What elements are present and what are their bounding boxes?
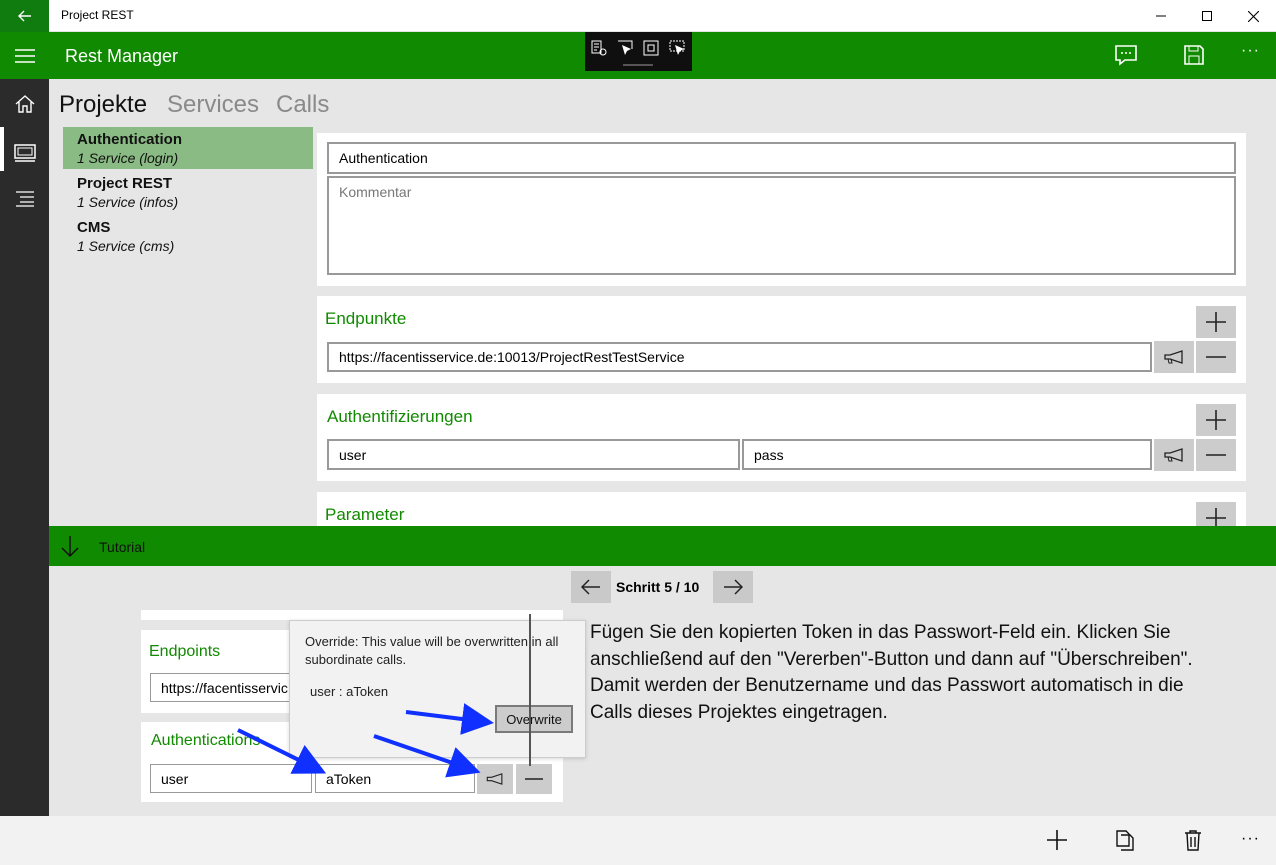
- tutorial-content: Schritt 5 / 10 Endpoints https://facenti…: [49, 566, 1276, 816]
- maximize-icon: [1202, 11, 1212, 21]
- hamburger-icon: [14, 48, 35, 63]
- minus-icon: [1206, 356, 1226, 358]
- live-tree-icon[interactable]: [590, 39, 608, 57]
- plus-icon: [1206, 508, 1226, 526]
- tutorial-screenshot: Endpoints https://facentisservic Authent…: [141, 610, 586, 816]
- megaphone-icon: [1164, 350, 1183, 364]
- debug-toolbar: [585, 32, 692, 71]
- display-layout-icon[interactable]: [642, 39, 660, 57]
- project-name: Authentication: [77, 131, 182, 148]
- endpoint-url-field[interactable]: https://facentisservice.de:10013/Project…: [327, 342, 1152, 372]
- project-sub: 1 Service (infos): [77, 194, 179, 210]
- remove-endpoint-button[interactable]: [1196, 341, 1236, 373]
- parameter-title: Parameter: [325, 505, 405, 524]
- auth-pass-field[interactable]: pass: [742, 439, 1152, 470]
- parameter-panel: Parameter: [317, 492, 1246, 526]
- maximize-button[interactable]: [1184, 0, 1230, 32]
- home-icon[interactable]: [13, 92, 37, 116]
- project-sub: 1 Service (cms): [77, 238, 175, 254]
- hamburger-button[interactable]: [0, 32, 49, 79]
- feedback-icon[interactable]: [1113, 42, 1139, 68]
- track-focus-icon[interactable]: [668, 39, 686, 57]
- tab-calls[interactable]: Calls: [276, 91, 329, 119]
- tutorial-label: Tutorial: [99, 539, 146, 555]
- left-navigation: [0, 79, 49, 865]
- tab-projekte[interactable]: Projekte: [59, 91, 147, 119]
- project-name: Project REST: [77, 175, 173, 192]
- window-title: Project REST: [61, 8, 134, 22]
- save-icon[interactable]: [1181, 42, 1207, 68]
- minus-icon: [1206, 454, 1226, 456]
- project-name-field[interactable]: Authentication: [327, 142, 1236, 174]
- tutorial-header[interactable]: Tutorial: [49, 526, 1276, 566]
- close-icon: [1247, 10, 1259, 22]
- nav-selection-indicator: [0, 127, 4, 171]
- auth-user-field[interactable]: user: [327, 439, 740, 470]
- step-indicator: Schritt 5 / 10: [616, 579, 700, 595]
- minimize-icon: [1156, 15, 1166, 17]
- project-item-authentication[interactable]: Authentication 1 Service (login): [63, 127, 313, 169]
- list-icon[interactable]: [13, 186, 37, 210]
- add-auth-button[interactable]: [1196, 404, 1236, 436]
- project-item-project-rest[interactable]: Project REST 1 Service (infos): [63, 171, 313, 213]
- tutorial-text: Fügen Sie den kopierten Token in das Pas…: [590, 622, 1193, 723]
- arrow-to-inherit: [373, 734, 481, 778]
- back-button[interactable]: [0, 0, 49, 32]
- app-header: Rest Manager ···: [0, 32, 1276, 79]
- delete-icon[interactable]: [1181, 828, 1205, 852]
- close-button[interactable]: [1230, 0, 1276, 32]
- remove-auth-button[interactable]: [1196, 439, 1236, 471]
- plus-icon: [1206, 312, 1226, 332]
- comment-field[interactable]: Kommentar: [327, 176, 1236, 275]
- inherit-endpoint-button[interactable]: [1154, 341, 1194, 373]
- project-name: CMS: [77, 219, 111, 236]
- megaphone-icon: [1164, 448, 1183, 462]
- project-item-cms[interactable]: CMS 1 Service (cms): [63, 215, 313, 257]
- more-button[interactable]: ···: [1241, 830, 1260, 848]
- auth-title: Authentifizierungen: [327, 407, 473, 426]
- tab-services[interactable]: Services: [167, 91, 259, 119]
- arrow-left-icon: [17, 10, 31, 22]
- debug-toolbar-handle[interactable]: [623, 64, 653, 66]
- project-sub: 1 Service (login): [77, 150, 179, 166]
- divider-line: [529, 614, 531, 766]
- add-icon[interactable]: [1045, 828, 1069, 852]
- arrow-right-icon: [724, 579, 743, 595]
- add-endpoint-button[interactable]: [1196, 306, 1236, 338]
- app-title: Rest Manager: [65, 46, 179, 66]
- select-element-icon[interactable]: [616, 39, 634, 57]
- arrow-to-overwrite: [405, 703, 494, 735]
- arrow-left-icon: [581, 579, 600, 595]
- auth-panel: Authentifizierungen user pass: [317, 394, 1246, 481]
- endpoints-title: Endpunkte: [325, 309, 407, 328]
- previous-step-button[interactable]: [571, 571, 611, 603]
- bottom-command-bar: ···: [0, 816, 1276, 865]
- project-details-panel: Authentication Kommentar: [317, 133, 1246, 286]
- add-parameter-button[interactable]: [1196, 502, 1236, 526]
- next-step-button[interactable]: [713, 571, 753, 603]
- main-content: Projekte Services Calls Authentication 1…: [49, 79, 1276, 526]
- annotation-arrows: [237, 703, 494, 778]
- plus-icon: [1206, 410, 1226, 430]
- copy-icon[interactable]: [1113, 828, 1137, 852]
- minimize-button[interactable]: [1138, 0, 1184, 32]
- inherit-auth-button[interactable]: [1154, 439, 1194, 471]
- endpoints-panel: Endpunkte https://facentisservice.de:100…: [317, 296, 1246, 383]
- arrow-to-token-field: [237, 728, 327, 774]
- window-titlebar: Project REST: [0, 0, 1276, 32]
- more-button[interactable]: ···: [1241, 42, 1260, 60]
- arrow-down-icon[interactable]: [59, 534, 81, 558]
- projects-icon[interactable]: [13, 140, 37, 164]
